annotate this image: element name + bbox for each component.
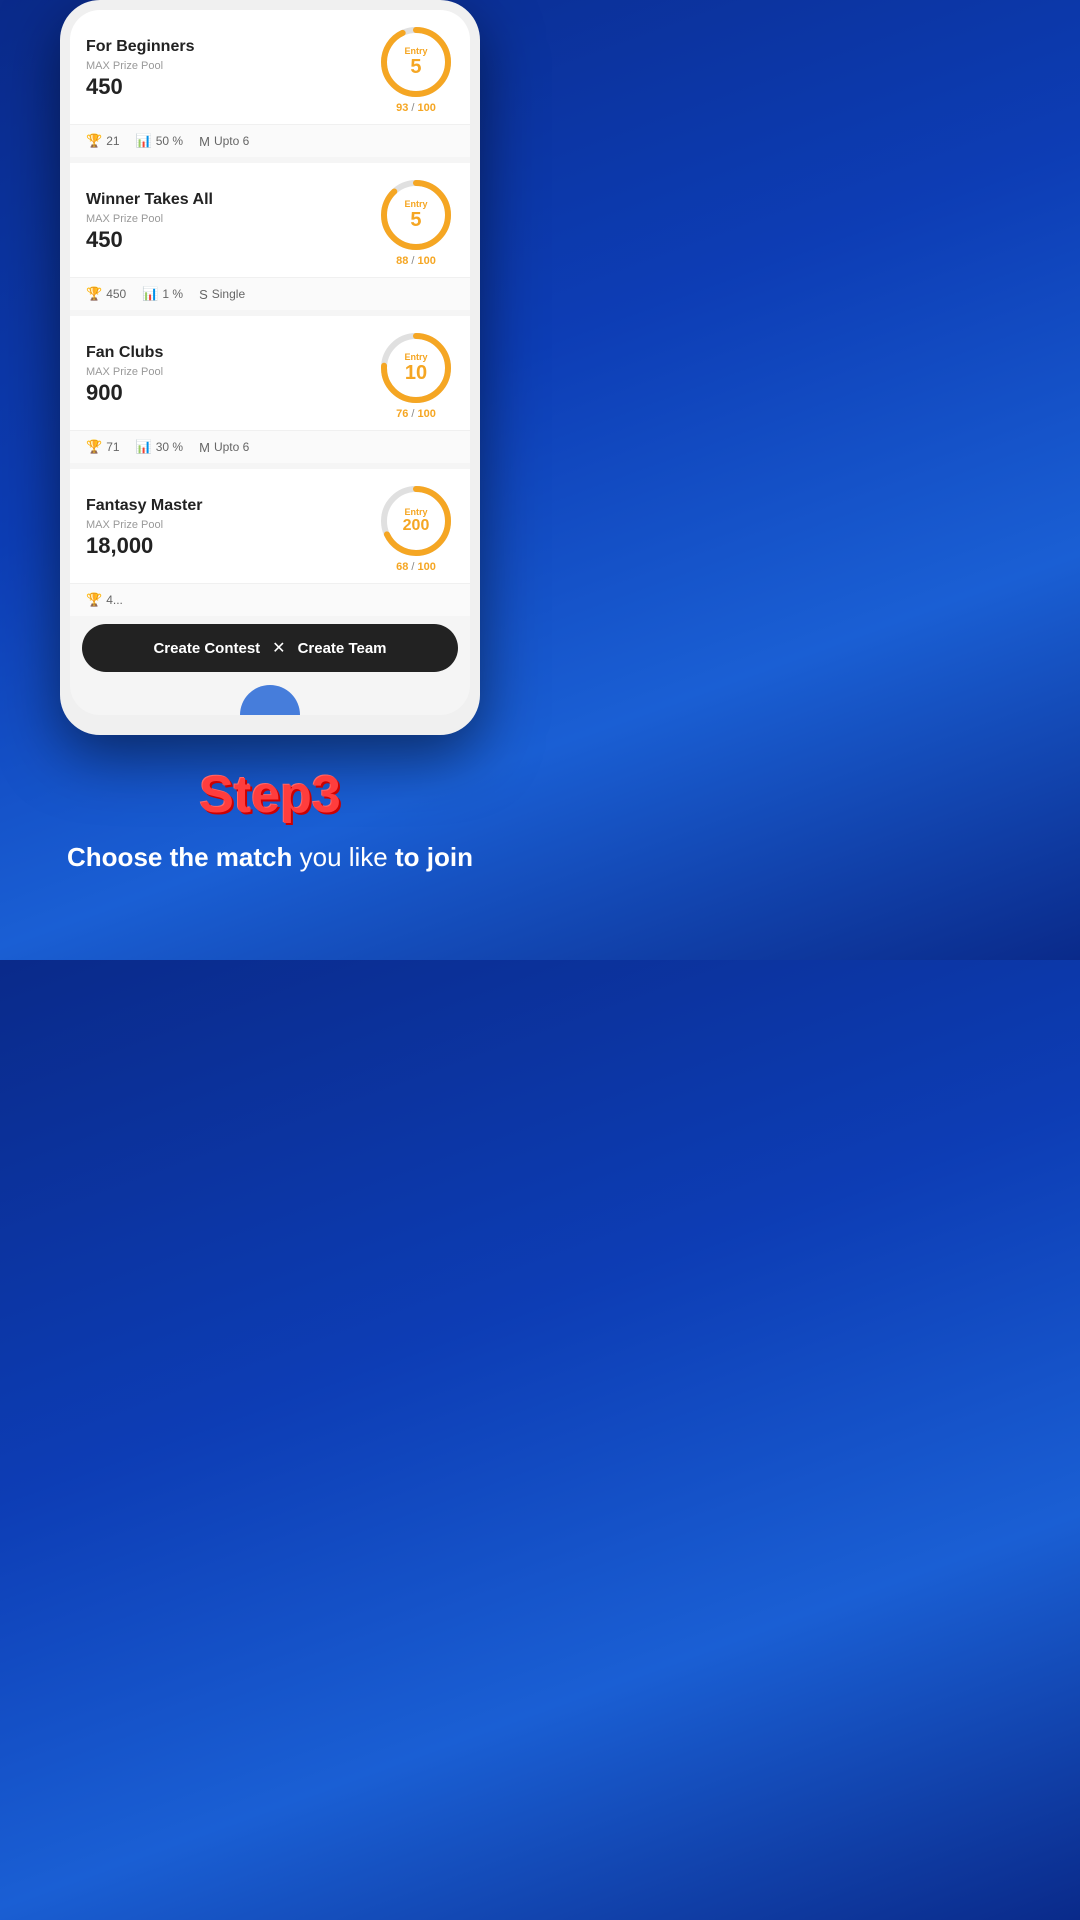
contest-label: MAX Prize Pool bbox=[86, 60, 378, 72]
create-contest-button[interactable]: Create Contest bbox=[153, 640, 260, 657]
entry-circle-winner-takes-all: Entry 5 bbox=[378, 177, 454, 253]
step-title: Step3 bbox=[20, 765, 520, 825]
bottom-action-bar: Create Contest ✕ Create Team bbox=[82, 624, 458, 672]
contest-prize: 450 bbox=[86, 74, 378, 100]
phone-inner: For Beginners MAX Prize Pool 450 bbox=[70, 10, 470, 715]
create-team-button[interactable]: Create Team bbox=[298, 640, 387, 657]
contest-title: Fan Clubs bbox=[86, 344, 378, 362]
contest-card-fantasy-master[interactable]: Fantasy Master MAX Prize Pool 18,000 bbox=[70, 469, 470, 616]
contest-title: Fantasy Master bbox=[86, 497, 378, 515]
entry-circle-fantasy-master: Entry 200 bbox=[378, 483, 454, 559]
contest-prize: 900 bbox=[86, 380, 378, 406]
contest-card-fan-clubs[interactable]: Fan Clubs MAX Prize Pool 900 bbox=[70, 316, 470, 463]
contest-prize: 450 bbox=[86, 227, 378, 253]
contest-list: For Beginners MAX Prize Pool 450 bbox=[70, 10, 470, 715]
step-description: Choose the match you like to join bbox=[20, 841, 520, 875]
bar-divider: ✕ bbox=[272, 638, 285, 658]
entry-circle-fan-clubs: Entry 10 bbox=[378, 330, 454, 406]
contest-card-winner-takes-all[interactable]: Winner Takes All MAX Prize Pool 450 bbox=[70, 163, 470, 310]
contest-prize: 18,000 bbox=[86, 533, 378, 559]
page-wrapper: For Beginners MAX Prize Pool 450 bbox=[0, 0, 540, 895]
phone-container: For Beginners MAX Prize Pool 450 bbox=[60, 0, 480, 735]
contest-title: Winner Takes All bbox=[86, 191, 378, 209]
contest-card-for-beginners[interactable]: For Beginners MAX Prize Pool 450 bbox=[70, 10, 470, 157]
entry-circle-for-beginners: Entry 5 bbox=[378, 24, 454, 100]
contest-label: MAX Prize Pool bbox=[86, 519, 378, 531]
contest-label: MAX Prize Pool bbox=[86, 366, 378, 378]
contest-label: MAX Prize Pool bbox=[86, 213, 378, 225]
contest-title: For Beginners bbox=[86, 38, 378, 56]
step-section: Step3 Choose the match you like to join bbox=[0, 735, 540, 895]
